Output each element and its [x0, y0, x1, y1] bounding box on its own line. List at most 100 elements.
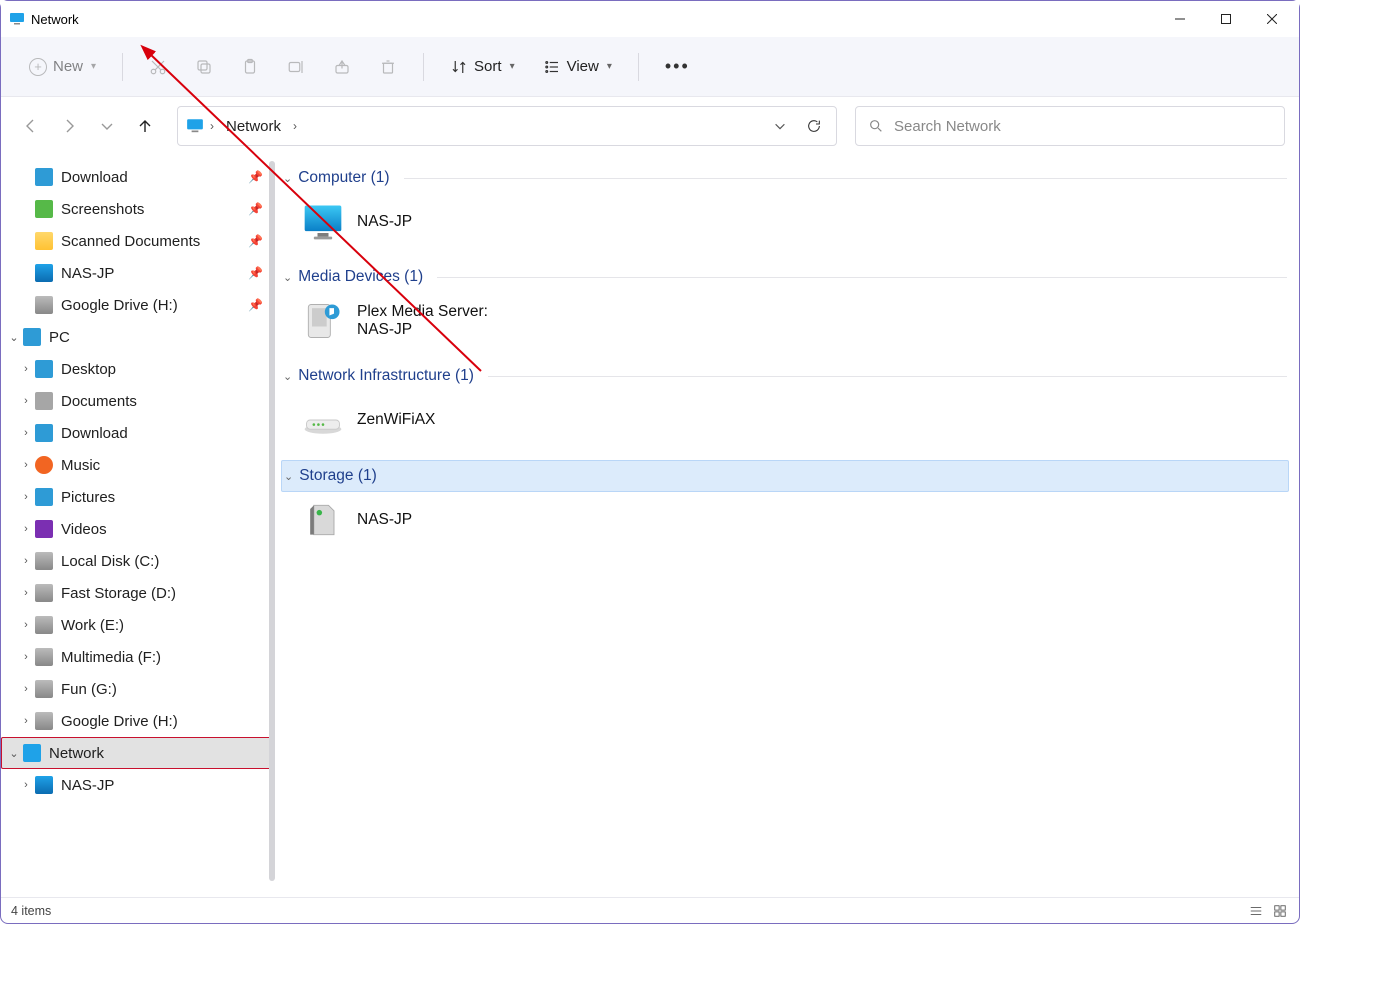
- cut-button[interactable]: [139, 52, 177, 82]
- item-label: NAS-JP: [357, 511, 412, 529]
- paste-button[interactable]: [231, 52, 269, 82]
- sidebar-item[interactable]: › Google Drive (H:): [1, 705, 273, 737]
- search-icon: [868, 118, 884, 134]
- sort-button[interactable]: Sort ▾: [440, 52, 525, 82]
- sidebar-item-label: NAS-JP: [61, 777, 114, 794]
- minimize-button[interactable]: [1157, 3, 1203, 35]
- desktop-icon: [35, 360, 53, 378]
- sidebar-item-pc[interactable]: ⌄ PC: [1, 321, 273, 353]
- chevron-right-icon[interactable]: ›: [19, 555, 33, 567]
- view-icon: [543, 58, 561, 76]
- sidebar-item-label: Desktop: [61, 361, 116, 378]
- sidebar-item[interactable]: Scanned Documents📌: [1, 225, 273, 257]
- sidebar-item[interactable]: Screenshots📌: [1, 193, 273, 225]
- close-button[interactable]: [1249, 3, 1295, 35]
- storage-item[interactable]: NAS-JP: [281, 492, 1289, 560]
- sidebar-item[interactable]: › Desktop: [1, 353, 273, 385]
- chevron-down-icon[interactable]: ⌄: [7, 331, 21, 344]
- chevron-right-icon[interactable]: ›: [19, 779, 33, 791]
- drive-icon: [35, 296, 53, 314]
- drive-icon: [35, 552, 53, 570]
- sidebar-item[interactable]: ›Music: [1, 449, 273, 481]
- documents-icon: [35, 392, 53, 410]
- forward-button[interactable]: [53, 110, 85, 142]
- icons-view-button[interactable]: [1271, 902, 1289, 920]
- sidebar-item-label: Documents: [61, 393, 137, 410]
- media-device-item[interactable]: Plex Media Server: NAS-JP: [281, 293, 1289, 361]
- search-input[interactable]: [894, 118, 1272, 135]
- sidebar-item[interactable]: ›Multimedia (F:): [1, 641, 273, 673]
- trash-icon: [379, 58, 397, 76]
- drive-icon: [35, 648, 53, 666]
- download-icon: [35, 424, 53, 442]
- sidebar-item[interactable]: ›Download: [1, 417, 273, 449]
- address-bar[interactable]: › Network ›: [177, 106, 837, 146]
- delete-button[interactable]: [369, 52, 407, 82]
- breadcrumb-item[interactable]: Network: [220, 114, 287, 139]
- share-button[interactable]: [323, 52, 361, 82]
- group-header-infra[interactable]: ⌄ Network Infrastructure (1): [281, 361, 1289, 392]
- rename-button[interactable]: [277, 52, 315, 82]
- chevron-right-icon: ›: [293, 119, 297, 133]
- recent-button[interactable]: [91, 110, 123, 142]
- sidebar-item[interactable]: NAS-JP📌: [1, 257, 273, 289]
- chevron-right-icon[interactable]: ›: [19, 491, 33, 503]
- sidebar-item[interactable]: › Work (E:): [1, 609, 273, 641]
- chevron-right-icon[interactable]: ›: [19, 619, 33, 631]
- chevron-right-icon[interactable]: ›: [19, 587, 33, 599]
- grid-icon: [1273, 904, 1287, 918]
- item-label: NAS-JP: [357, 213, 412, 231]
- plus-circle-icon: +: [29, 58, 47, 76]
- chevron-right-icon[interactable]: ›: [19, 651, 33, 663]
- maximize-button[interactable]: [1203, 3, 1249, 35]
- sidebar-item-label: Google Drive (H:): [61, 713, 178, 730]
- chevron-right-icon[interactable]: ›: [19, 523, 33, 535]
- more-button[interactable]: •••: [655, 52, 700, 81]
- back-button[interactable]: [15, 110, 47, 142]
- network-icon: [186, 117, 204, 135]
- folder-icon: [35, 232, 53, 250]
- chevron-right-icon[interactable]: ›: [19, 363, 33, 375]
- chevron-right-icon[interactable]: ›: [19, 459, 33, 471]
- sidebar-item[interactable]: Google Drive (H:)📌: [1, 289, 273, 321]
- chevron-right-icon[interactable]: ›: [19, 715, 33, 727]
- chevron-down-icon: ⌄: [283, 370, 292, 383]
- history-dropdown-button[interactable]: [766, 112, 794, 140]
- group-header-computer[interactable]: ⌄ Computer (1): [281, 163, 1289, 194]
- sidebar-item-network[interactable]: ⌄ Network: [1, 737, 273, 769]
- separator: [423, 53, 424, 81]
- sidebar-item[interactable]: ›Local Disk (C:): [1, 545, 273, 577]
- group-header-storage[interactable]: ⌄ Storage (1): [281, 460, 1289, 492]
- chevron-down-icon[interactable]: ⌄: [7, 747, 21, 760]
- navigation-row: › Network ›: [1, 97, 1299, 155]
- search-box[interactable]: [855, 106, 1285, 146]
- sidebar-item-label: Work (E:): [61, 617, 124, 634]
- sidebar-item-label: Pictures: [61, 489, 115, 506]
- sidebar-item[interactable]: ›Videos: [1, 513, 273, 545]
- sidebar-item[interactable]: › NAS-JP: [1, 769, 273, 801]
- group-header-label: Computer (1): [298, 169, 389, 187]
- chevron-right-icon[interactable]: ›: [19, 683, 33, 695]
- chevron-right-icon[interactable]: ›: [19, 395, 33, 407]
- sidebar-item[interactable]: › Documents: [1, 385, 273, 417]
- new-button[interactable]: + New ▾: [19, 52, 106, 82]
- sidebar-item[interactable]: Download📌: [1, 161, 273, 193]
- network-icon: [23, 744, 41, 762]
- chevron-down-icon: ▾: [607, 61, 612, 72]
- group-header-media[interactable]: ⌄ Media Devices (1): [281, 262, 1289, 293]
- scrollbar[interactable]: [269, 161, 275, 881]
- router-item[interactable]: ZenWiFiAX: [281, 392, 1289, 460]
- view-button[interactable]: View ▾: [533, 52, 622, 82]
- details-view-button[interactable]: [1247, 902, 1265, 920]
- folder-green-icon: [35, 200, 53, 218]
- drive-icon: [35, 616, 53, 634]
- refresh-button[interactable]: [800, 112, 828, 140]
- computer-item[interactable]: NAS-JP: [281, 194, 1289, 262]
- sidebar-item[interactable]: › Pictures: [1, 481, 273, 513]
- up-button[interactable]: [129, 110, 161, 142]
- sidebar-item[interactable]: ›Fast Storage (D:): [1, 577, 273, 609]
- copy-button[interactable]: [185, 52, 223, 82]
- chevron-down-icon: [773, 119, 787, 133]
- sidebar-item[interactable]: ›Fun (G:): [1, 673, 273, 705]
- chevron-right-icon[interactable]: ›: [19, 427, 33, 439]
